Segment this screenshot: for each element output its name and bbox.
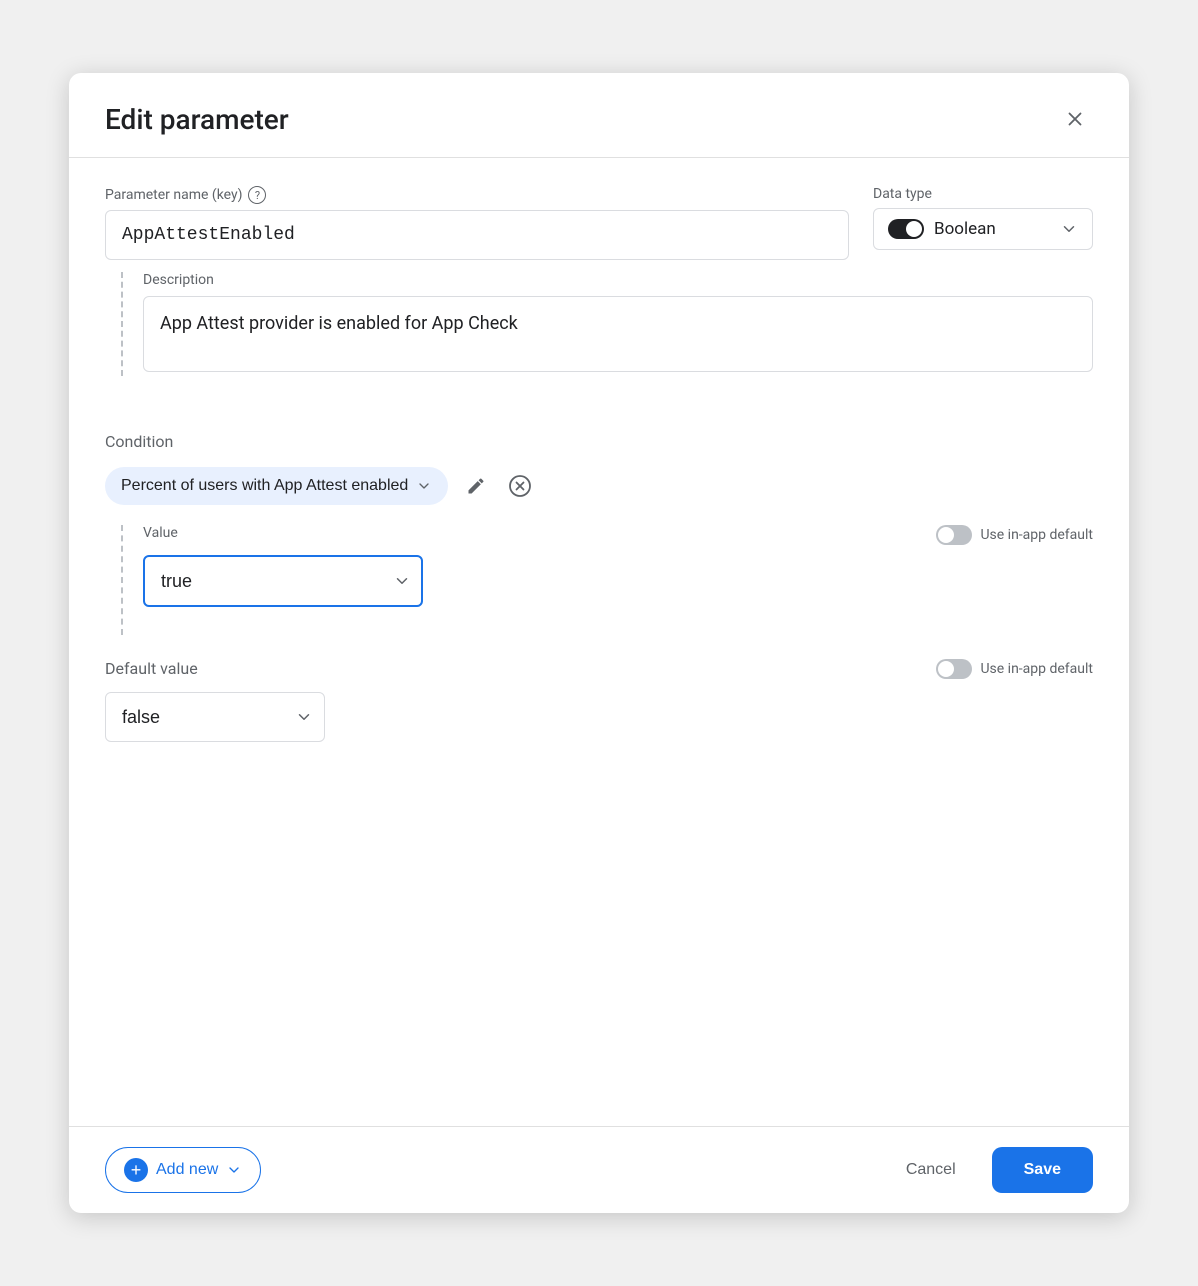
add-new-label: Add new [156,1161,218,1179]
use-inapp-label-value: Use in-app default [980,527,1093,543]
condition-row: Percent of users with App Attest enabled [105,467,1093,505]
value-label: Value [143,525,178,541]
default-value-section: Default value Use in-app default true fa… [105,659,1093,742]
param-name-input[interactable] [105,210,849,260]
value-content: Value Use in-app default true false [143,525,1093,635]
value-section: Value Use in-app default true false [105,525,1093,635]
cancel-button[interactable]: Cancel [886,1149,976,1191]
dashed-line-value [121,525,123,635]
data-type-label: Data type [873,186,1093,202]
value-select-wrapper: true false [143,555,423,607]
data-type-field: Data type Boolean [873,186,1093,250]
add-new-button[interactable]: + Add new [105,1147,261,1193]
close-icon [1064,108,1086,130]
use-inapp-toggle-default[interactable] [936,659,972,679]
data-type-select-wrapper[interactable]: Boolean [873,208,1093,250]
use-inapp-row-default: Use in-app default [936,659,1093,679]
description-content: Description App Attest provider is enabl… [143,272,1093,376]
description-label: Description [143,272,1093,288]
add-new-chevron-icon [226,1162,242,1178]
data-type-value: Boolean [934,219,1050,239]
remove-condition-button[interactable] [504,470,536,502]
default-value-select[interactable]: true false [105,692,325,742]
use-inapp-row-value: Use in-app default [936,525,1093,545]
dialog-header: Edit parameter [69,73,1129,158]
save-button[interactable]: Save [992,1147,1093,1193]
param-name-label: Parameter name (key) ? [105,186,849,204]
edit-condition-button[interactable] [460,470,492,502]
close-button[interactable] [1057,101,1093,137]
condition-chip[interactable]: Percent of users with App Attest enabled [105,467,448,505]
description-input[interactable]: App Attest provider is enabled for App C… [143,296,1093,372]
value-header-row: Value Use in-app default [143,525,1093,547]
condition-section: Condition Percent of users with App Atte… [105,432,1093,635]
param-name-datatype-row: Parameter name (key) ? Data type Boolean [105,186,1093,260]
data-type-chevron-icon [1060,220,1078,238]
value-select[interactable]: true false [143,555,423,607]
condition-chip-label: Percent of users with App Attest enabled [121,477,408,495]
description-section: Description App Attest provider is enabl… [105,272,1093,376]
boolean-toggle-icon [888,219,924,239]
default-value-select-wrapper: true false [105,692,325,742]
add-new-circle-icon: + [124,1158,148,1182]
default-value-header-row: Default value Use in-app default [105,659,1093,684]
dialog-footer: + Add new Cancel Save [69,1126,1129,1213]
help-icon[interactable]: ? [248,186,266,204]
condition-label: Condition [105,432,1093,451]
edit-parameter-dialog: Edit parameter Parameter name (key) ? Da… [69,73,1129,1213]
footer-right: Cancel Save [886,1147,1093,1193]
default-value-label: Default value [105,659,198,678]
param-name-field: Parameter name (key) ? [105,186,849,260]
dialog-title: Edit parameter [105,103,289,136]
circle-x-icon [508,474,532,498]
use-inapp-label-default: Use in-app default [980,661,1093,677]
use-inapp-toggle-value[interactable] [936,525,972,545]
pencil-icon [466,476,486,496]
condition-chevron-icon [416,478,432,494]
dashed-line-description [121,272,123,376]
dialog-body: Parameter name (key) ? Data type Boolean [69,158,1129,1126]
